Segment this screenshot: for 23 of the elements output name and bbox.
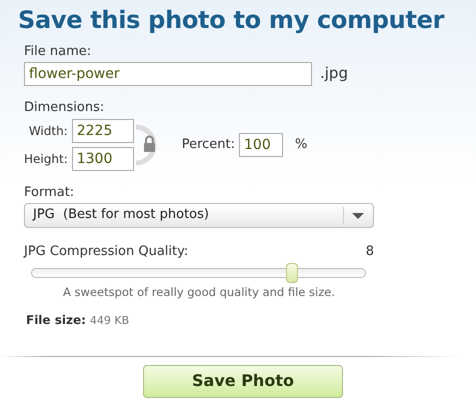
file-size-value: 449 KB: [90, 313, 130, 330]
page-title: Save this photo to my computer: [17, 5, 446, 36]
section-label: Dimensions:: [24, 98, 106, 116]
slider-value: 8: [366, 242, 374, 260]
field-label: Height:: [24, 151, 68, 168]
percent-field[interactable]: 100: [239, 133, 284, 157]
file-name-field[interactable]: flower-power: [24, 62, 312, 86]
caret-icon: [352, 212, 364, 218]
hint-text: A sweetspot of really good quality and file size.: [62, 284, 336, 301]
height-field[interactable]: 1300: [72, 147, 134, 171]
field-label: Percent:: [182, 136, 236, 154]
field-label: Width:: [28, 123, 68, 140]
slider-label: JPG Compression Quality:: [24, 242, 188, 260]
format-dropdown[interactable]: JPG (Best for most photos): [24, 202, 374, 228]
save-button[interactable]: Save Photo: [143, 364, 343, 398]
field-label: File name:: [24, 43, 92, 61]
field-label: File size:: [26, 312, 86, 330]
width-field[interactable]: 2225: [72, 119, 134, 143]
extension-label: .jpg: [320, 63, 348, 84]
slider-thumb[interactable]: [286, 263, 298, 283]
slider-track[interactable]: [31, 263, 366, 283]
percent-sign: %: [295, 136, 308, 154]
section-label: Format:: [24, 184, 76, 202]
